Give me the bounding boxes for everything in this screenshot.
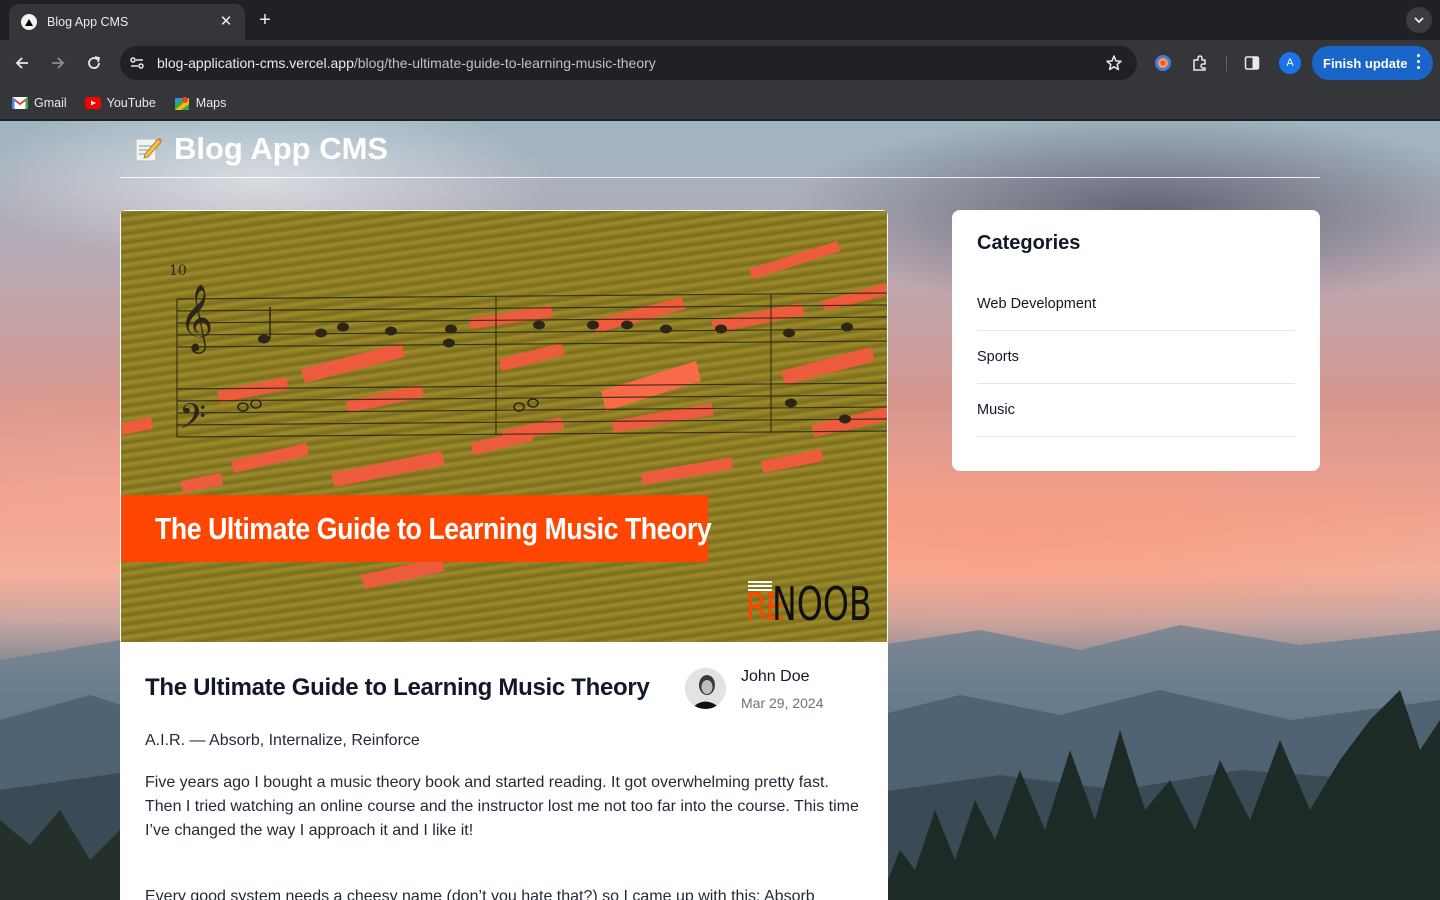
measure-number: 10 [169, 263, 187, 279]
svg-text:𝄢: 𝄢 [179, 396, 206, 445]
site-title[interactable]: Blog App CMS [174, 131, 388, 167]
post-title: The Ultimate Guide to Learning Music The… [145, 674, 650, 701]
extensions-puzzle-icon[interactable] [1189, 52, 1211, 74]
browser-toolbar: blog-application-cms.vercel.app/blog/the… [0, 40, 1440, 86]
logo-re-text: RE [746, 585, 785, 629]
forward-button[interactable] [46, 51, 70, 75]
chevron-down-icon [1414, 17, 1424, 24]
category-music[interactable]: Music [977, 384, 1295, 437]
extension-icon[interactable] [1152, 52, 1174, 74]
tab-title: Blog App CMS [47, 15, 129, 29]
bookmarks-bar: Gmail YouTube Maps [0, 86, 1440, 120]
author-name: John Doe [741, 668, 810, 685]
post-date: Mar 29, 2024 [741, 695, 824, 711]
bookmark-gmail[interactable]: Gmail [12, 96, 67, 110]
memo-icon[interactable] [134, 136, 162, 162]
bookmark-label: Maps [195, 95, 227, 110]
side-panel-icon[interactable] [1241, 52, 1263, 74]
more-vertical-icon [1417, 54, 1421, 72]
tab-strip: Blog App CMS ✕ + [0, 0, 1440, 40]
logo-noob-text: NOOB [772, 577, 872, 631]
back-arrow-icon [15, 57, 28, 69]
tab-search-button[interactable] [1406, 7, 1432, 33]
bookmark-label: YouTube [106, 95, 156, 110]
site-header: Blog App CMS [120, 121, 1320, 178]
toolbar-divider [1226, 55, 1227, 71]
categories-heading: Categories [977, 232, 1081, 254]
bookmark-maps[interactable]: Maps [174, 95, 227, 111]
post-subtitle: A.I.R. — Absorb, Internalize, Reinforce [145, 732, 420, 749]
post-paragraph: Five years ago I bought a music theory b… [145, 774, 859, 839]
site-info-icon[interactable] [126, 52, 148, 74]
reload-button[interactable] [82, 51, 106, 75]
renoob-logo: RE NOOB [746, 579, 887, 627]
post-cover-image: 10 𝄞 𝄢 The Ultimate Guide to Learning Mu… [121, 211, 887, 642]
bookmark-label: Gmail [34, 95, 67, 110]
logo-lines [748, 581, 772, 593]
page-background: Blog App CMS 10 𝄞 𝄢 The Ultimate Guide t… [0, 121, 1440, 900]
svg-text:𝄞: 𝄞 [179, 283, 213, 354]
category-web-development[interactable]: Web Development [977, 279, 1295, 331]
gmail-icon [12, 96, 28, 109]
categories-panel: Categories Web Development Sports Music [952, 210, 1320, 471]
address-bar[interactable]: blog-application-cms.vercel.app/blog/the… [120, 46, 1137, 80]
url-path: /blog/the-ultimate-guide-to-learning-mus… [353, 55, 656, 71]
image-title-banner: The Ultimate Guide to Learning Music The… [121, 495, 712, 562]
post-card: 10 𝄞 𝄢 The Ultimate Guide to Learning Mu… [120, 210, 888, 900]
tab-close-icon[interactable]: ✕ [217, 13, 235, 31]
new-tab-button[interactable]: + [254, 9, 276, 31]
forward-arrow-icon [52, 57, 65, 69]
category-sports[interactable]: Sports [977, 331, 1295, 384]
image-banner-text: The Ultimate Guide to Learning Music The… [155, 510, 712, 546]
url-text: blog-application-cms.vercel.app/blog/the… [157, 55, 656, 71]
vercel-favicon-icon [21, 14, 37, 30]
reload-icon [88, 56, 101, 69]
profile-avatar[interactable]: A [1279, 52, 1301, 74]
finish-update-label: Finish update [1323, 55, 1408, 71]
browser-tab[interactable]: Blog App CMS ✕ [9, 4, 245, 40]
bookmark-youtube[interactable]: YouTube [84, 95, 156, 110]
back-button[interactable] [10, 51, 34, 75]
youtube-icon [84, 96, 101, 109]
author-avatar [685, 668, 726, 709]
post-paragraph: Every good system needs a cheesy name (d… [145, 888, 815, 900]
maps-icon [174, 96, 189, 110]
bookmark-star-icon[interactable] [1105, 54, 1123, 77]
finish-update-button[interactable]: Finish update [1312, 46, 1433, 80]
url-host: blog-application-cms.vercel.app [157, 55, 354, 71]
